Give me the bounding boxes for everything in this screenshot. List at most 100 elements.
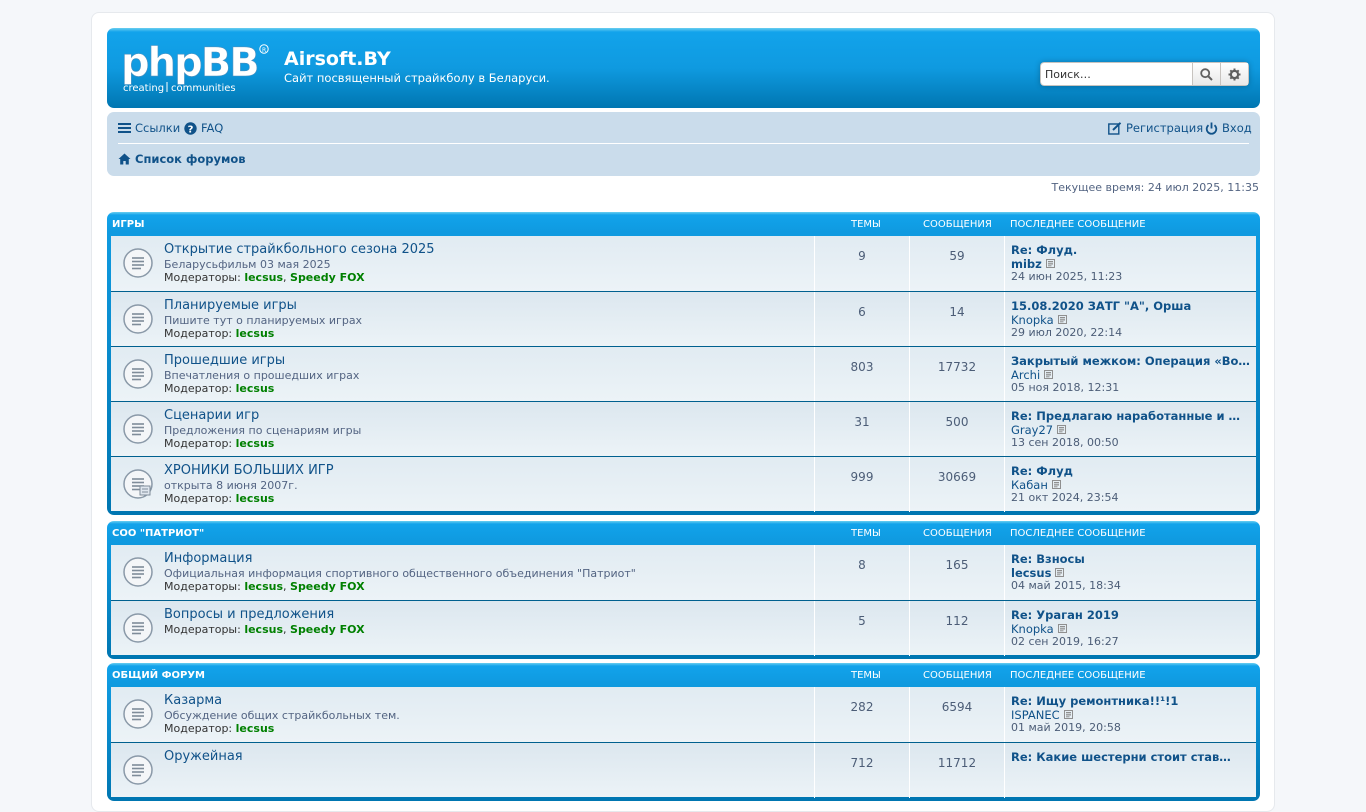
svg-text:R: R	[262, 47, 266, 54]
forum-title-link[interactable]: Казарма	[164, 693, 222, 708]
moderator-link[interactable]: Speedy FOX	[290, 271, 365, 284]
last-post-title-link[interactable]: Re: Ураган 2019	[1011, 608, 1256, 622]
forum-moderators: Модераторы: lecsus, Speedy FOX	[164, 271, 365, 284]
view-latest-post-icon[interactable]	[1057, 315, 1067, 324]
forum-title-link[interactable]: Открытие страйкбольного сезона 2025	[164, 242, 435, 257]
view-latest-post-icon[interactable]	[1051, 480, 1061, 489]
view-latest-post-icon[interactable]	[1055, 568, 1065, 577]
last-post-time: 21 окт 2024, 23:54	[1011, 491, 1119, 504]
posts-count: 500	[909, 402, 1004, 457]
topics-count: 6	[814, 292, 909, 347]
last-post-title-link[interactable]: Закрытый межком: Операция «Во…	[1011, 354, 1256, 368]
moderators-label: Модераторы:	[164, 623, 241, 636]
forum-title-link[interactable]: Сценарии игр	[164, 408, 259, 423]
forum-title-link[interactable]: Планируемые игры	[164, 298, 297, 313]
forum-title-link[interactable]: ХРОНИКИ БОЛЬШИХ ИГР	[164, 463, 334, 478]
last-post-author	[1011, 764, 1256, 777]
last-post-author-link[interactable]: Knopka	[1011, 622, 1054, 636]
category-title[interactable]: Игры	[112, 219, 144, 230]
topics-count: 9	[814, 236, 909, 291]
login-label: Вход	[1222, 121, 1252, 135]
moderator-link[interactable]: lecsus	[236, 722, 275, 735]
moderator-link[interactable]: lecsus	[236, 492, 275, 505]
moderator-link[interactable]: lecsus	[244, 623, 283, 636]
topics-count: 5	[814, 601, 909, 656]
last-post-title-link[interactable]: Re: Взносы	[1011, 552, 1256, 566]
category-title[interactable]: СОО "Патриот"	[112, 528, 204, 539]
last-post-title-link[interactable]: Re: Предлагаю наработанные и …	[1011, 409, 1256, 423]
navbar: Ссылки ? FAQ Регистрация Вход Список фор…	[107, 112, 1260, 176]
question-circle-icon: ?	[184, 121, 197, 135]
forum-moderators: Модераторы: lecsus, Speedy FOX	[164, 623, 365, 636]
forum-title-link[interactable]: Информация	[164, 551, 252, 566]
view-latest-post-icon[interactable]	[1057, 624, 1067, 633]
login-link[interactable]: Вход	[1205, 121, 1252, 135]
last-post-time: 24 июн 2025, 11:23	[1011, 270, 1123, 283]
svg-text:phpBB: phpBB	[121, 42, 258, 86]
forum-description: Впечатления о прошедших играх	[164, 369, 360, 382]
moderator-link[interactable]: Speedy FOX	[290, 623, 365, 636]
site-logo[interactable]: phpBB R creating communities	[121, 42, 273, 94]
moderator-link[interactable]: lecsus	[244, 271, 283, 284]
moderators-label: Модератор:	[164, 437, 233, 450]
last-post-title-link[interactable]: 15.08.2020 ЗАТГ "А", Орша	[1011, 299, 1256, 313]
breadcrumb[interactable]: Список форумов	[118, 152, 246, 166]
last-post-author-link[interactable]: Gray27	[1011, 423, 1053, 437]
category-title[interactable]: Общий форум	[112, 670, 205, 681]
last-post-time: 01 май 2019, 20:58	[1011, 721, 1121, 734]
last-post-author-link[interactable]: Кабан	[1011, 478, 1048, 492]
last-post-author-link[interactable]: Archi	[1011, 368, 1040, 382]
topics-column-header: Темы	[851, 670, 881, 681]
forum-title-link[interactable]: Вопросы и предложения	[164, 607, 334, 622]
moderator-link[interactable]: lecsus	[236, 437, 275, 450]
forum-read-icon	[123, 248, 153, 278]
last-post-author: Кабан	[1011, 478, 1256, 492]
topics-count: 712	[814, 743, 909, 798]
view-latest-post-icon[interactable]	[1045, 259, 1055, 268]
forum-read-icon	[123, 304, 153, 334]
gear-icon	[1228, 68, 1241, 80]
moderators-label: Модераторы:	[164, 271, 241, 284]
advanced-search-button[interactable]	[1221, 62, 1249, 86]
moderator-link[interactable]: lecsus	[244, 580, 283, 593]
moderators-label: Модераторы:	[164, 580, 241, 593]
last-post-column-header: Последнее сообщение	[1010, 219, 1146, 230]
forum-read-icon	[123, 359, 153, 389]
last-post-title-link[interactable]: Re: Какие шестерни стоит став…	[1011, 750, 1256, 764]
forum-title-link[interactable]: Оружейная	[164, 749, 243, 764]
last-post-author-link[interactable]: ISPANEC	[1011, 708, 1060, 722]
register-link[interactable]: Регистрация	[1108, 121, 1203, 135]
topics-count: 8	[814, 545, 909, 600]
search-box	[1040, 62, 1249, 86]
last-post-author-link[interactable]: Knopka	[1011, 313, 1054, 327]
forum-title-link[interactable]: Прошедшие игры	[164, 353, 285, 368]
forum-moderators: Модератор: lecsus	[164, 492, 274, 505]
moderator-link[interactable]: lecsus	[236, 327, 275, 340]
forum-row: ХРОНИКИ БОЛЬШИХ ИГР открыта 8 июня 2007г.…	[111, 456, 1256, 512]
search-input[interactable]	[1040, 62, 1192, 86]
view-latest-post-icon[interactable]	[1044, 370, 1054, 379]
last-post-title-link[interactable]: Re: Ищу ремонтника!!¹!1	[1011, 694, 1256, 708]
category-block: Игры Темы Сообщения Последнее сообщение …	[107, 212, 1260, 515]
last-post-cell: Закрытый межком: Операция «Во… Archi 05 но…	[1004, 347, 1256, 402]
current-time: Текущее время: 24 июл 2025, 11:35	[1051, 181, 1259, 194]
last-post-time: 02 сен 2019, 16:27	[1011, 635, 1119, 648]
last-post-title-link[interactable]: Re: Флуд.	[1011, 243, 1256, 257]
last-post-author: Knopka	[1011, 313, 1256, 327]
site-title[interactable]: Airsoft.BY	[284, 48, 391, 70]
last-post-title-link[interactable]: Re: Флуд	[1011, 464, 1256, 478]
last-post-cell: Re: Флуд. mibz 24 июн 2025, 11:23	[1004, 236, 1256, 291]
moderator-link[interactable]: Speedy FOX	[290, 580, 365, 593]
forum-read-icon	[123, 613, 153, 643]
links-menu[interactable]: Ссылки	[118, 121, 180, 135]
last-post-author-link[interactable]: lecsus	[1011, 566, 1051, 580]
last-post-author: mibz	[1011, 257, 1256, 271]
last-post-author-link[interactable]: mibz	[1011, 257, 1042, 271]
faq-link[interactable]: ? FAQ	[184, 121, 223, 135]
forum-row: Открытие страйкбольного сезона 2025 Белар…	[111, 236, 1256, 291]
forum-moderators: Модератор: lecsus	[164, 437, 274, 450]
view-latest-post-icon[interactable]	[1057, 425, 1067, 434]
view-latest-post-icon[interactable]	[1063, 710, 1073, 719]
search-button[interactable]	[1192, 62, 1221, 86]
moderator-link[interactable]: lecsus	[236, 382, 275, 395]
